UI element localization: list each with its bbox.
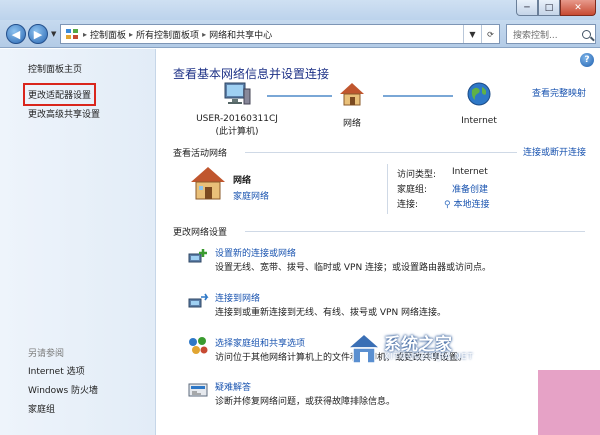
map-line-right [383, 95, 453, 97]
map-internet[interactable]: Internet [449, 81, 509, 126]
computer-name: USER-20160311CJ [196, 114, 278, 124]
task-homegroup-link[interactable]: 选择家庭组和共享选项 [215, 336, 305, 349]
divider [387, 164, 388, 214]
internet-label: Internet [461, 116, 497, 126]
search-placeholder: 搜索控制... [513, 30, 558, 41]
access-type-value: Internet [452, 167, 488, 177]
search-input[interactable]: 搜索控制... [506, 24, 596, 44]
main-content: ? 查看基本网络信息并设置连接 查看完整映射 USER-20160311CJ (… [157, 49, 600, 435]
sidebar-link-internet-options[interactable]: Internet 选项 [28, 364, 85, 377]
crumb-network-center[interactable]: 网络和共享中心 [209, 28, 272, 41]
task-setup-connection-link[interactable]: 设置新的连接或网络 [215, 246, 296, 259]
task-troubleshoot-desc: 诊断并修复网络问题，或获得故障排除信息。 [215, 397, 396, 407]
divider [245, 152, 517, 153]
decorative-corner [538, 370, 600, 435]
close-button[interactable]: ✕ [560, 0, 596, 16]
homegroup-link[interactable]: 准备创建 [452, 182, 488, 195]
forward-button[interactable]: ▶ [28, 24, 48, 44]
map-computer[interactable]: USER-20160311CJ (此计算机) [187, 81, 287, 137]
change-settings-title: 更改网络设置 [173, 228, 228, 238]
task-troubleshoot-link[interactable]: 疑难解答 [215, 380, 251, 393]
watermark: 系统之家 XITONGZHIJIA.NET [340, 330, 510, 370]
computer-icon [224, 82, 251, 105]
crumb-separator[interactable]: ▸ [129, 30, 133, 39]
task-setup-connection-desc: 设置无线、宽带、拨号、临时或 VPN 连接；或设置路由器或访问点。 [215, 263, 492, 273]
sidebar-link-firewall[interactable]: Windows 防火墙 [28, 383, 98, 396]
see-also-title: 另请参阅 [28, 349, 65, 359]
search-icon[interactable] [582, 29, 591, 39]
window-controls: ─ □ ✕ [516, 0, 596, 16]
page-title: 查看基本网络信息并设置连接 [173, 67, 330, 81]
task-connect-network-link[interactable]: 连接到网络 [215, 291, 260, 304]
homegroup-icon [189, 337, 208, 354]
new-connection-icon [188, 249, 207, 263]
connect-network-icon [188, 293, 209, 308]
home-network-icon [340, 83, 364, 106]
recent-pages-dropdown[interactable]: ▼ [51, 30, 56, 38]
map-network[interactable]: 网络 [332, 81, 372, 129]
address-bar[interactable]: ▸ 控制面板 ▸ 所有控制面板项 ▸ 网络和共享中心 ▼ ⟳ [60, 24, 500, 44]
homegroup-label: 家庭组: [397, 185, 428, 195]
network-label: 网络 [342, 119, 361, 129]
crumb-separator[interactable]: ▸ [202, 30, 206, 39]
minimize-button[interactable]: ─ [516, 0, 538, 16]
watermark-url: XITONGZHIJIA.NET [384, 352, 474, 361]
map-line-left [267, 95, 332, 97]
title-bar: ─ □ ✕ [0, 0, 600, 20]
divider [245, 231, 585, 232]
connect-disconnect-link[interactable]: 连接或断开连接 [523, 145, 586, 158]
help-icon[interactable]: ? [580, 53, 594, 67]
connection-label: 连接: [397, 200, 419, 210]
back-button[interactable]: ◀ [6, 24, 26, 44]
address-dropdown[interactable]: ▼ [463, 25, 481, 43]
sidebar-link-advanced-sharing[interactable]: 更改高级共享设置 [28, 107, 100, 120]
access-type-label: 访问类型: [397, 170, 437, 180]
crumb-control-panel[interactable]: 控制面板 [90, 28, 126, 41]
maximize-button[interactable]: □ [538, 0, 560, 16]
active-network-name: 网络 [233, 176, 252, 186]
control-panel-icon [66, 29, 78, 39]
sidebar: 控制面板主页 更改适配器设置 更改高级共享设置 另请参阅 Internet 选项… [0, 49, 156, 435]
globe-icon [467, 82, 491, 106]
sidebar-link-change-adapter[interactable]: 更改适配器设置 [22, 83, 97, 106]
sidebar-link-homegroup[interactable]: 家庭组 [28, 402, 55, 415]
crumb-separator[interactable]: ▸ [83, 30, 87, 39]
task-connect-network-desc: 连接到或重新连接到无线、有线、拨号或 VPN 网络连接。 [215, 308, 447, 318]
troubleshoot-icon [188, 383, 208, 397]
crumb-all-items[interactable]: 所有控制面板项 [136, 28, 199, 41]
refresh-icon[interactable]: ⟳ [481, 25, 499, 43]
local-connection-label: 本地连接 [453, 200, 490, 210]
computer-sub: (此计算机) [215, 127, 259, 137]
network-adapter-icon: ⚲ [444, 200, 451, 210]
navigation-bar: ◀ ▶ ▼ ▸ 控制面板 ▸ 所有控制面板项 ▸ 网络和共享中心 ▼ ⟳ 搜索控… [0, 20, 600, 48]
view-full-map-link[interactable]: 查看完整映射 [532, 86, 586, 99]
network-type-link[interactable]: 家庭网络 [233, 189, 269, 202]
active-networks-title: 查看活动网络 [173, 149, 228, 159]
watermark-logo-icon [346, 333, 382, 364]
local-connection-link[interactable]: ⚲ 本地连接 [444, 197, 489, 210]
sidebar-link-home[interactable]: 控制面板主页 [28, 62, 82, 75]
home-network-icon[interactable] [189, 165, 227, 201]
